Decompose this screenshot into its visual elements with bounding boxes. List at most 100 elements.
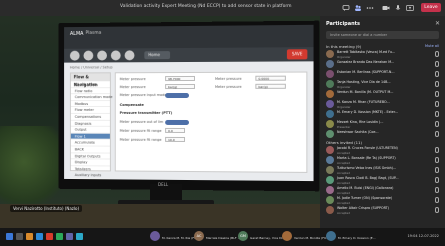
monitor-screen: ALMA Plasma Home SAVE Home / Universal /… [64, 24, 314, 182]
shared-video-feed: ALMA Plasma Home SAVE Home / Universal /… [0, 16, 320, 228]
leave-button[interactable]: Leave [421, 3, 441, 12]
teams-icon[interactable] [66, 233, 73, 240]
participant-role: Accepted [337, 190, 351, 195]
app-icon[interactable] [46, 233, 53, 240]
field-label: Meter pressure fit range [119, 137, 162, 142]
participant-row[interactable]: Gonzalez Brando Das Nerakan M... [326, 60, 439, 69]
participant-row[interactable]: M. Emary D. Kossion (MKTE) - Exter... [326, 110, 439, 119]
background-plant [0, 126, 60, 216]
camera-icon[interactable] [382, 4, 390, 12]
participant-row[interactable]: Amelio M. Buisi (ENGI) (Gallonara) Accept… [326, 186, 439, 195]
field-value: 98.7000 [165, 75, 195, 82]
microphone-icon [435, 71, 439, 77]
participant-row[interactable]: Neeshwar Sachita (Coe... [326, 130, 439, 139]
participant-role: Accepted [337, 160, 351, 165]
participant-name: Marta L. Bonsale (Re Ta) (SUPPORT) [337, 156, 396, 160]
participant-row[interactable]: Verdun M. Bonilla (M. OUTPUT M... [326, 90, 439, 99]
microphone-icon [435, 111, 439, 117]
close-panel-icon[interactable]: ✕ [435, 20, 440, 27]
participant-name: Barrett Tabitasko (Vesca) M.ed Fu... [337, 50, 396, 54]
participant-name: Jacobi R. Cruces Fonsle (ULTURETEN) [337, 146, 398, 150]
avatar [326, 166, 334, 174]
participant-tile-name: Verdun M. Bonilla (FU... [294, 236, 330, 240]
app-icon[interactable] [76, 233, 83, 240]
participant-name: Juan Rosca Clodi B. Bag) Bagt, (SUP... [337, 176, 399, 180]
participant-role: Presenter [337, 124, 351, 129]
participant-row[interactable]: Estonian M. Berlinas (SUPPORT-N... [326, 70, 439, 79]
microphone-icon [435, 207, 439, 213]
participant-row[interactable]: Walter Altair Crispro (SUPPORT) Accepted [326, 206, 439, 215]
participant-row[interactable]: M. Jodie Tumer (ON) (Sponsorate) Accepted [326, 196, 439, 205]
search-icon[interactable] [16, 233, 23, 240]
participant-name: M. Jodie Tumer (ON) (Sponsorate) [337, 196, 393, 200]
avatar [326, 156, 334, 164]
participant-row[interactable]: M. Kanza M. Rhan (FUTUREBO... Organizer [326, 100, 439, 109]
bottom-strip: M. Kanza M. M. Ria (FUT... AC Marrala Dask… [0, 228, 445, 246]
browser-icon[interactable] [36, 233, 43, 240]
chat-icon[interactable] [342, 4, 350, 12]
participant-row[interactable]: Jacobi R. Cruces Fonsle (ULTURETEN) Accep… [326, 146, 439, 155]
avatar [326, 90, 334, 98]
app-nav-panel: Flow & Navigation All net setup Flow radi… [69, 72, 112, 182]
participant-row[interactable]: Juan Rosca Clodi B. Bag) Bagt, (SUP... Ac… [326, 176, 439, 185]
monitor-brand: DELL [158, 182, 169, 187]
invite-input[interactable]: Invite someone or dial a number [326, 31, 439, 39]
participant-name: Verdun M. Bonilla (M. OUTPUT M... [337, 90, 394, 94]
participant-role: Organizer [337, 54, 351, 59]
mute-all-button[interactable]: Mute all [425, 44, 439, 48]
avatar [326, 130, 334, 138]
participant-role: Accepted [337, 170, 351, 175]
avatar [326, 60, 334, 68]
app-icon[interactable] [56, 233, 63, 240]
windows-start-icon[interactable] [6, 233, 13, 240]
participant-name: Estonian M. Berlinas (SUPPORT-N... [337, 70, 395, 74]
share-screen-icon[interactable] [406, 4, 414, 12]
monitor: ALMA Plasma Home SAVE Home / Universal /… [58, 20, 320, 192]
field-label: Meter pressure out of lim [119, 119, 164, 124]
app-breadcrumb: Home / Universal / Setup [69, 65, 113, 70]
participant-row[interactable]: Marta L. Bonsale (Re Ta) (SUPPORT) Accept… [326, 156, 439, 165]
participants-icon[interactable] [354, 4, 362, 12]
participant-tile-name: Marrala Daskos (BLF ... [206, 236, 241, 240]
microphone-icon [435, 61, 439, 67]
participant-name: Tutturismo Velox Ines (ISIS Gmbh)... [337, 166, 397, 170]
in-meeting-label[interactable]: In this meeting (9) [326, 44, 361, 49]
microphone-icon [435, 101, 439, 107]
avatar [326, 100, 334, 108]
more-options-icon[interactable] [366, 4, 374, 12]
avatar [326, 110, 334, 118]
toolbar-button-icon [69, 50, 80, 61]
microphone-icon [435, 197, 439, 203]
field-value: 10.0 [165, 136, 186, 142]
participant-name: Amelio M. Buisi (ENGI) (Gallonara) [337, 186, 394, 190]
app-nav-item: Rail [70, 178, 110, 182]
participant-row[interactable]: Mezzet Kina, Rhe Losidin (... Presenter [326, 120, 439, 129]
avatar: AC [194, 231, 204, 241]
avatar [326, 146, 334, 154]
others-invited-label[interactable]: Others invited (11) [326, 140, 362, 145]
field-value: bar(g) [255, 83, 286, 89]
app-brand: ALMA [69, 30, 84, 37]
app-nav-header: Flow & Navigation [70, 73, 110, 87]
app-header: ALMA Plasma [64, 24, 314, 49]
participant-row[interactable]: Tanja Hosting, Vice Dia de 14B... Organiz… [326, 80, 439, 89]
participant-role: Accepted [337, 150, 351, 155]
field-label: Meter pressure [119, 77, 146, 82]
avatar [326, 186, 334, 194]
field-value: 0.0000 [255, 75, 286, 81]
out-of-limit-toggle [165, 119, 189, 125]
microphone-icon [435, 81, 439, 87]
microphone-icon[interactable] [394, 4, 402, 12]
clock: 19:04 12-07-2022 [407, 234, 439, 238]
participant-row[interactable]: Barrett Tabitasko (Vesca) M.ed Fu... Orga… [326, 50, 439, 59]
toolbar-button-icon [110, 50, 121, 61]
avatar: GM [238, 231, 248, 241]
microphone-icon [435, 177, 439, 183]
file-explorer-icon[interactable] [26, 233, 33, 240]
avatar [282, 231, 292, 241]
toolbar-button-icon [97, 50, 107, 61]
microphone-icon [435, 121, 439, 127]
participant-row[interactable]: Tutturismo Velox Ines (ISIS Gmbh)... Acce… [326, 166, 439, 175]
meeting-title: Validation activity Expert Meeting (Nd E… [120, 4, 292, 9]
participant-tile-name: Garat Barney, Vice Di... [250, 236, 286, 240]
